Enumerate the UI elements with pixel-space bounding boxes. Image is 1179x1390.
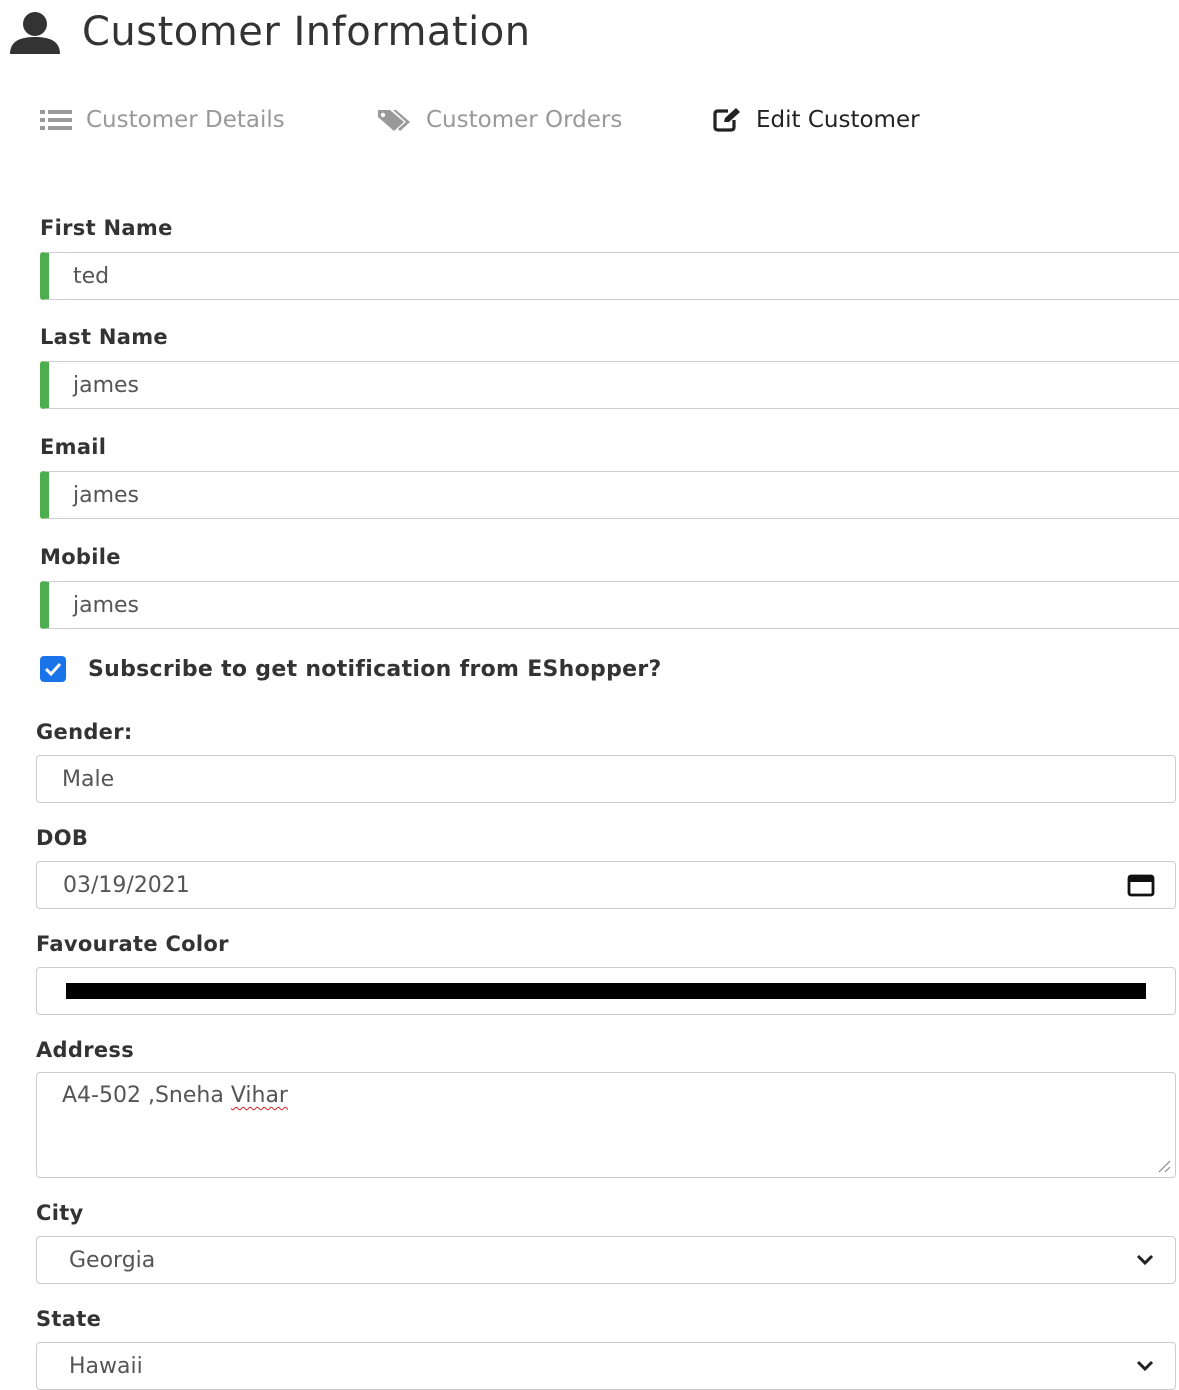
last-name-label: Last Name <box>40 325 168 349</box>
tab-customer-details[interactable]: Customer Details <box>40 107 376 133</box>
dob-value: 03/19/2021 <box>63 872 190 898</box>
dob-input[interactable]: 03/19/2021 <box>36 861 1176 909</box>
gender-label: Gender: <box>36 720 133 744</box>
chevron-down-icon <box>1136 1360 1154 1372</box>
page-header: Customer Information <box>8 4 531 60</box>
dob-label: DOB <box>36 826 89 850</box>
tags-icon <box>378 110 410 131</box>
subscribe-label: Subscribe to get notification from EShop… <box>88 656 662 682</box>
subscribe-checkbox[interactable] <box>40 656 66 682</box>
last-name-input[interactable]: james <box>40 361 1179 409</box>
first-name-value: ted <box>73 263 110 289</box>
address-value-prefix: A4-502 ,Sneha <box>62 1083 231 1108</box>
first-name-label: First Name <box>40 216 173 240</box>
gender-input[interactable]: Male <box>36 755 1176 803</box>
favourite-color-input[interactable] <box>36 967 1176 1015</box>
state-value: Hawaii <box>69 1353 143 1379</box>
address-label: Address <box>36 1038 135 1062</box>
gender-value: Male <box>62 766 115 792</box>
favourite-color-label: Favourate Color <box>36 932 229 956</box>
color-swatch <box>66 983 1146 999</box>
city-select[interactable]: Georgia <box>36 1236 1176 1284</box>
checkmark-icon <box>44 662 62 676</box>
resize-handle-icon[interactable] <box>1157 1159 1171 1173</box>
city-value: Georgia <box>69 1247 156 1273</box>
user-icon <box>10 12 60 54</box>
page-title: Customer Information <box>82 9 531 55</box>
state-select[interactable]: Hawaii <box>36 1342 1176 1390</box>
email-value: james <box>73 482 140 508</box>
list-icon <box>40 110 72 130</box>
mobile-input[interactable]: james <box>40 581 1179 629</box>
tab-customer-orders[interactable]: Customer Orders <box>376 107 712 133</box>
tab-bar: Customer Details Customer Orders Edit Cu… <box>40 100 920 140</box>
address-textarea[interactable]: A4-502 ,Sneha Vihar <box>36 1072 1176 1178</box>
city-label: City <box>36 1201 84 1225</box>
email-input[interactable]: james <box>40 471 1179 519</box>
last-name-value: james <box>73 372 140 398</box>
tab-label: Customer Orders <box>426 107 623 133</box>
calendar-icon[interactable] <box>1127 873 1155 897</box>
email-label: Email <box>40 435 107 459</box>
tab-edit-customer[interactable]: Edit Customer <box>712 107 920 133</box>
tab-label: Edit Customer <box>756 107 920 133</box>
subscribe-row: Subscribe to get notification from EShop… <box>40 652 662 686</box>
first-name-input[interactable]: ted <box>40 252 1179 300</box>
address-value-misspelled: Vihar <box>230 1083 288 1108</box>
mobile-value: james <box>73 592 140 618</box>
mobile-label: Mobile <box>40 545 121 569</box>
edit-icon <box>713 108 740 132</box>
state-label: State <box>36 1307 102 1331</box>
tab-label: Customer Details <box>86 107 285 133</box>
chevron-down-icon <box>1136 1254 1154 1266</box>
